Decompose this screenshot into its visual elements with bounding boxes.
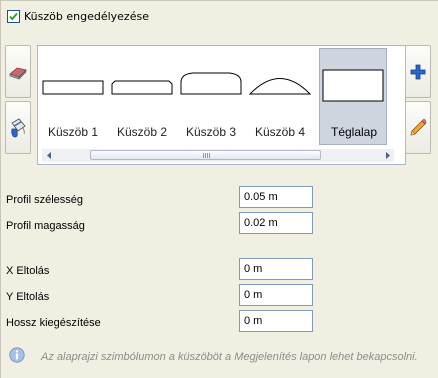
profile-width-input[interactable]: 0.05 m [239,186,313,208]
threshold-4-arc-icon [248,78,312,95]
arrow-right-icon [385,152,390,159]
scrollbar-thumb[interactable] [90,150,321,160]
info-icon [9,347,25,363]
eraser-button[interactable] [5,45,31,98]
enable-threshold-checkbox-row[interactable]: Küszöb engedélyezése [7,9,149,23]
profile-item-teglalap[interactable]: Téglalap [319,48,387,145]
pencil-icon [410,118,427,136]
checkmark-icon [9,12,18,20]
profile-selector: Küszöb 1 Küszöb 2 Küszöb 3 Küszöb 4 Tégl… [5,45,431,166]
x-offset-label: X Eltolás [6,265,50,277]
arrow-left-icon [46,152,51,159]
fill-button[interactable] [5,101,31,154]
profile-height-label: Profil magasság [6,220,85,232]
scrollbar-grip [203,153,211,158]
scroll-left-button[interactable] [42,149,55,162]
y-offset-label: Y Eltolás [6,291,50,303]
profile-item-label: Küszöb 3 [185,125,237,139]
x-offset-input[interactable]: 0 m [239,258,313,280]
scroll-right-button[interactable] [381,149,394,162]
panel-border-top [0,0,438,1]
eraser-icon [9,67,27,80]
rectangle-icon [322,69,384,102]
threshold-2-beveled-icon [111,80,173,95]
profile-height-input[interactable]: 0.02 m [239,212,313,234]
profile-item-kuszob-2[interactable]: Küszöb 2 [108,48,176,145]
profile-gallery[interactable]: Küszöb 1 Küszöb 2 Küszöb 3 Küszöb 4 Tégl… [37,45,406,165]
profile-gallery-scrollbar[interactable] [42,149,394,162]
panel-border-left [0,0,1,378]
add-plus-icon [410,64,426,79]
paint-bucket-icon [11,117,26,137]
profile-item-label: Téglalap [330,125,378,139]
y-offset-input[interactable]: 0 m [239,284,313,306]
profile-item-label: Küszöb 1 [47,125,99,139]
enable-threshold-label: Küszöb engedélyezése [24,9,149,23]
edit-profile-button[interactable] [405,101,431,154]
profile-item-kuszob-4[interactable]: Küszöb 4 [246,48,314,145]
threshold-3-rounded-icon [180,72,242,95]
profile-item-label: Küszöb 2 [116,125,168,139]
profile-item-label: Küszöb 4 [254,125,306,139]
enable-threshold-checkbox[interactable] [7,9,20,23]
profile-item-kuszob-3[interactable]: Küszöb 3 [177,48,245,145]
length-extension-label: Hossz kiegészítése [6,317,101,329]
profile-item-kuszob-1[interactable]: Küszöb 1 [39,48,107,145]
threshold-1-flat-icon [42,80,104,95]
length-extension-input[interactable]: 0 m [239,310,313,332]
profile-width-label: Profil szélesség [6,194,84,206]
add-profile-button[interactable] [405,45,431,98]
info-message: Az alaprajzi szimbólumon a küszöböt a Me… [41,351,418,363]
